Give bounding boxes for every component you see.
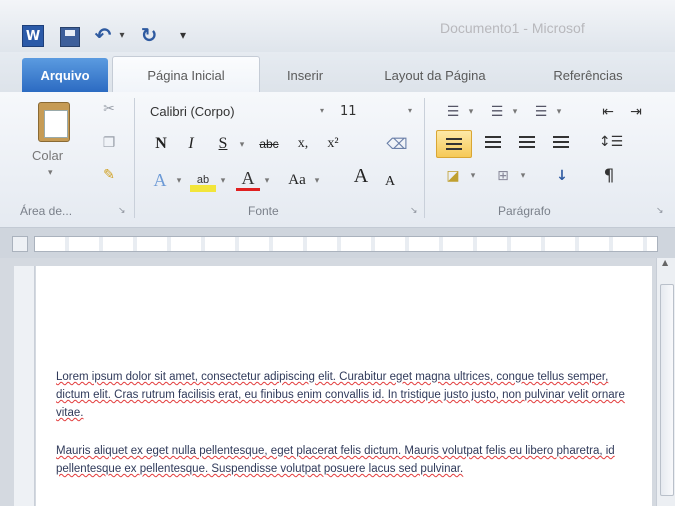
- text-effects-icon[interactable]: A: [148, 168, 172, 192]
- window-title: Documento1 - Microsof: [440, 20, 585, 36]
- copy-icon[interactable]: ❐: [100, 134, 118, 152]
- line-spacing-icon[interactable]: ↕☰: [596, 130, 626, 154]
- justify-button[interactable]: [546, 130, 576, 154]
- ribbon-tabs: Arquivo Página Inicial Inserir Layout da…: [0, 52, 675, 94]
- font-size-dropdown-icon[interactable]: ▾: [408, 106, 412, 115]
- font-group-label: Fonte: [248, 204, 279, 218]
- undo-dropdown-icon[interactable]: ▾: [118, 24, 126, 46]
- clipboard-launcher-icon[interactable]: ↘: [118, 206, 126, 216]
- shrink-font-button[interactable]: A: [380, 170, 400, 194]
- ribbon: Colar ▾ ✂ ❐ ✎ Área de... ↘ Calibri (Corp…: [0, 92, 675, 228]
- font-color-icon[interactable]: A: [236, 168, 260, 191]
- superscript-button[interactable]: x²: [320, 132, 346, 156]
- paragraph-group-label: Parágrafo: [498, 204, 551, 218]
- group-divider: [134, 98, 135, 218]
- word-window: W ↶ ▾ ↻ ▾ Documento1 - Microsof Arquivo …: [0, 0, 675, 506]
- bullets-icon[interactable]: ☰: [440, 100, 466, 124]
- horizontal-ruler[interactable]: [0, 228, 675, 258]
- undo-icon[interactable]: ↶: [90, 23, 116, 47]
- scroll-up-icon[interactable]: ▲: [662, 258, 668, 267]
- tab-file[interactable]: Arquivo: [22, 58, 108, 92]
- multilevel-dropdown-icon[interactable]: ▾: [554, 100, 564, 124]
- tab-insert[interactable]: Inserir: [268, 60, 342, 90]
- paragraph-launcher-icon[interactable]: ↘: [656, 206, 664, 216]
- ruler-scale: [34, 236, 658, 252]
- numbering-dropdown-icon[interactable]: ▾: [510, 100, 520, 124]
- clear-formatting-icon[interactable]: ⌫: [384, 132, 410, 156]
- paragraph-2[interactable]: Mauris aliquet ex eget nulla pellentesqu…: [56, 442, 626, 478]
- group-divider: [424, 98, 425, 218]
- text-effects-dropdown-icon[interactable]: ▾: [174, 168, 184, 192]
- highlight-dropdown-icon[interactable]: ▾: [218, 168, 228, 192]
- redo-icon[interactable]: ↻: [140, 23, 158, 47]
- bullets-dropdown-icon[interactable]: ▾: [466, 100, 476, 124]
- increase-indent-icon[interactable]: ⇥: [624, 100, 648, 124]
- tab-references[interactable]: Referências: [528, 60, 648, 90]
- paste-label[interactable]: Colar: [32, 148, 63, 163]
- italic-button[interactable]: I: [180, 132, 202, 156]
- save-icon[interactable]: [60, 27, 80, 47]
- font-launcher-icon[interactable]: ↘: [410, 206, 418, 216]
- change-case-button[interactable]: Aa: [282, 168, 312, 192]
- shading-icon[interactable]: ◪: [438, 164, 468, 188]
- underline-button[interactable]: S: [212, 132, 234, 156]
- change-case-dropdown-icon[interactable]: ▾: [312, 168, 322, 192]
- align-center-button[interactable]: [478, 130, 508, 154]
- paste-button[interactable]: [30, 98, 76, 142]
- scroll-thumb[interactable]: [660, 284, 674, 496]
- paper-icon: [44, 110, 68, 138]
- decrease-indent-icon[interactable]: ⇤: [596, 100, 620, 124]
- font-color-dropdown-icon[interactable]: ▾: [262, 168, 272, 192]
- word-app-icon[interactable]: W: [22, 25, 44, 47]
- bold-button[interactable]: N: [150, 132, 172, 156]
- align-right-button[interactable]: [512, 130, 542, 154]
- numbering-icon[interactable]: ☰: [484, 100, 510, 124]
- align-right-icon: [519, 136, 535, 148]
- tab-page-layout[interactable]: Layout da Página: [360, 60, 510, 90]
- shading-dropdown-icon[interactable]: ▾: [468, 164, 478, 188]
- multilevel-list-icon[interactable]: ☰: [528, 100, 554, 124]
- tab-home[interactable]: Página Inicial: [112, 56, 260, 94]
- tab-selector-icon[interactable]: [12, 236, 28, 252]
- cut-icon[interactable]: ✂: [100, 100, 118, 118]
- highlight-color-icon[interactable]: ab: [190, 168, 216, 192]
- justify-icon: [553, 136, 569, 148]
- strikethrough-button[interactable]: abc: [254, 132, 284, 156]
- document-area: Lorem ipsum dolor sit amet, consectetur …: [0, 258, 675, 506]
- align-left-button[interactable]: [436, 130, 472, 158]
- subscript-button[interactable]: x,: [290, 132, 316, 156]
- clipboard-group-label: Área de...: [20, 204, 73, 218]
- font-name-dropdown-icon[interactable]: ▾: [320, 106, 324, 115]
- vertical-ruler: [14, 266, 35, 506]
- sort-icon: ↓: [556, 168, 568, 184]
- paragraph-1[interactable]: Lorem ipsum dolor sit amet, consectetur …: [56, 368, 626, 422]
- vertical-scrollbar[interactable]: ▲: [656, 258, 675, 506]
- font-name-combo[interactable]: Calibri (Corpo): [144, 100, 332, 122]
- paste-dropdown-icon[interactable]: ▾: [48, 168, 53, 178]
- customize-qat-icon[interactable]: ▾: [176, 24, 190, 46]
- title-bar: W ↶ ▾ ↻ ▾ Documento1 - Microsof: [0, 0, 675, 52]
- format-painter-icon[interactable]: ✎: [100, 166, 118, 184]
- underline-dropdown-icon[interactable]: ▾: [236, 132, 248, 156]
- align-center-icon: [485, 136, 501, 148]
- align-left-icon: [446, 138, 462, 150]
- grow-font-button[interactable]: A: [350, 164, 372, 188]
- borders-icon[interactable]: ⊞: [490, 164, 516, 188]
- borders-dropdown-icon[interactable]: ▾: [518, 164, 528, 188]
- document-page[interactable]: Lorem ipsum dolor sit amet, consectetur …: [36, 266, 652, 506]
- sort-button[interactable]: ↓: [548, 164, 576, 188]
- show-formatting-button[interactable]: ¶: [596, 164, 622, 188]
